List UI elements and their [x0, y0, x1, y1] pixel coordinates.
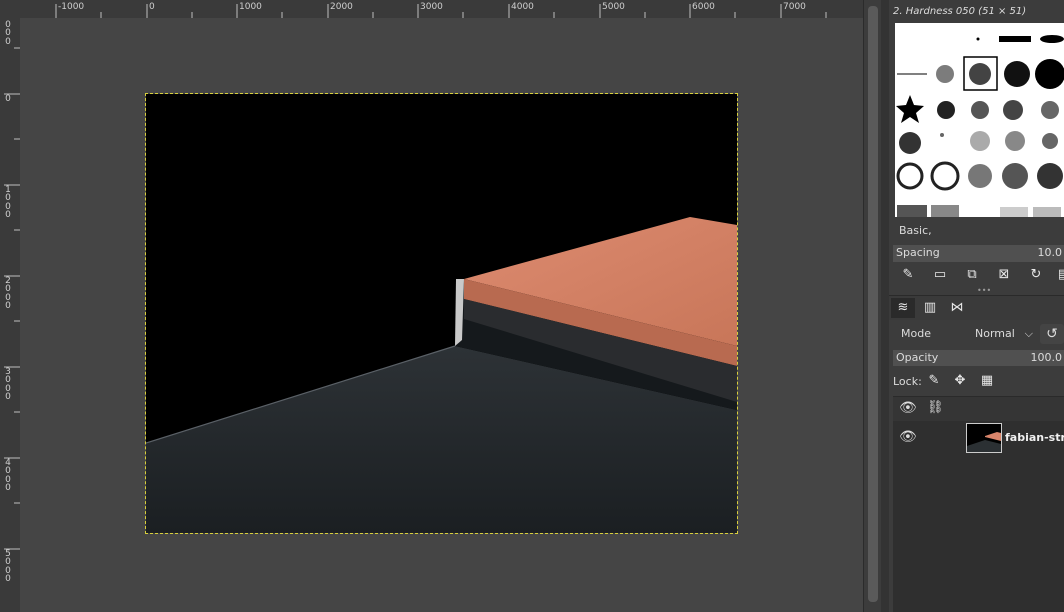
spacing-value: 10.0: [1037, 246, 1063, 259]
ruler-label: 5000: [602, 2, 625, 12]
lock-row: Lock: ✎ ✥ ▦: [893, 372, 1064, 392]
brush-actions: ✎ ▭ ⧉ ⊠ ↻ ▤: [893, 266, 1064, 286]
ruler-label: 2000: [330, 2, 353, 12]
ruler-label: 2 0 0 0: [5, 276, 11, 312]
mode-select[interactable]: Normal ⌵: [969, 324, 1035, 344]
ruler-label: 3000: [420, 2, 443, 12]
spacing-label: Spacing: [896, 246, 940, 259]
ruler-label: 1 0 0 0: [5, 185, 11, 221]
vertical-ruler[interactable]: 0 0 0 0 1 0 0 0 2 0 0 0 3 0 0 0 4 0 0 0 …: [0, 18, 21, 612]
ruler-label: 0: [5, 94, 11, 104]
eye-icon: 👁: [899, 400, 917, 416]
spacing-slider[interactable]: Spacing 10.0: [893, 245, 1064, 262]
refresh-brushes-icon[interactable]: ↻: [1027, 266, 1045, 284]
channels-tab-icon[interactable]: ▥: [918, 298, 942, 318]
lock-label: Lock:: [893, 375, 922, 388]
mode-value: Normal: [975, 327, 1015, 340]
edit-brush-icon[interactable]: ✎: [899, 266, 917, 284]
layers-list: 👁 fabian-stro: [893, 421, 1064, 612]
layer-row[interactable]: 👁 fabian-stro: [893, 421, 1064, 455]
ruler-label: -1000: [58, 2, 85, 12]
ruler-label: 4 0 0 0: [5, 458, 11, 494]
lock-pixels-icon[interactable]: ✎: [925, 372, 943, 390]
new-brush-icon[interactable]: ▭: [931, 266, 949, 284]
mode-row: Mode Normal ⌵ ↺: [893, 322, 1064, 346]
ruler-label: 4000: [511, 2, 534, 12]
open-as-image-icon[interactable]: ▤: [1055, 266, 1064, 284]
opacity-label: Opacity: [896, 351, 939, 364]
layers-list-header: 👁 ⛓: [893, 396, 1064, 422]
horizontal-ruler[interactable]: -1000 0 1000 2000 3000 4000 5000 6000 70…: [20, 0, 863, 19]
dock-drag-handle[interactable]: •••: [977, 287, 997, 295]
opacity-value: 100.0: [1030, 351, 1063, 364]
ruler-label: 6000: [692, 2, 715, 12]
ruler-label: 7000: [783, 2, 806, 12]
opacity-slider[interactable]: Opacity 100.0: [893, 350, 1064, 366]
vertical-scrollbar[interactable]: [863, 0, 882, 612]
scrollbar-thumb[interactable]: [868, 6, 878, 602]
layers-tab-bar: ≋ ▥ ⋈: [889, 295, 1064, 320]
ruler-label: 5 0 0 0: [5, 549, 11, 585]
lock-position-icon[interactable]: ✥: [951, 372, 969, 390]
delete-brush-icon[interactable]: ⊠: [995, 266, 1013, 284]
duplicate-brush-icon[interactable]: ⧉: [963, 266, 981, 284]
brush-grid[interactable]: [895, 23, 1064, 217]
panel-separator[interactable]: [881, 0, 889, 612]
lock-alpha-icon[interactable]: ▦: [978, 372, 996, 390]
brush-tag-filter[interactable]: Basic,: [893, 222, 1064, 240]
selection-boundary: [145, 93, 738, 534]
ruler-label: 0 0 0: [5, 20, 11, 47]
ruler-label: 3 0 0 0: [5, 367, 11, 403]
paths-tab-icon[interactable]: ⋈: [945, 298, 969, 318]
ruler-label: 0: [149, 2, 155, 12]
reset-mode-icon[interactable]: ↺: [1040, 324, 1064, 344]
ruler-label: 1000: [239, 2, 262, 12]
mode-label: Mode: [901, 327, 931, 340]
layer-visibility-eye-icon[interactable]: 👁: [899, 429, 917, 445]
right-dock: 2. Hardness 050 (51 × 51) Basic, Spacing…: [889, 0, 1064, 612]
ruler-corner: [0, 0, 20, 18]
chevron-down-icon: ⌵: [1024, 327, 1033, 340]
layer-name: fabian-stro: [1005, 431, 1064, 444]
brush-name: 2. Hardness 050 (51 × 51): [893, 6, 1027, 17]
layer-thumbnail: [966, 423, 1002, 453]
layers-tab-icon[interactable]: ≋: [891, 298, 915, 318]
chain-icon: ⛓: [927, 400, 944, 415]
